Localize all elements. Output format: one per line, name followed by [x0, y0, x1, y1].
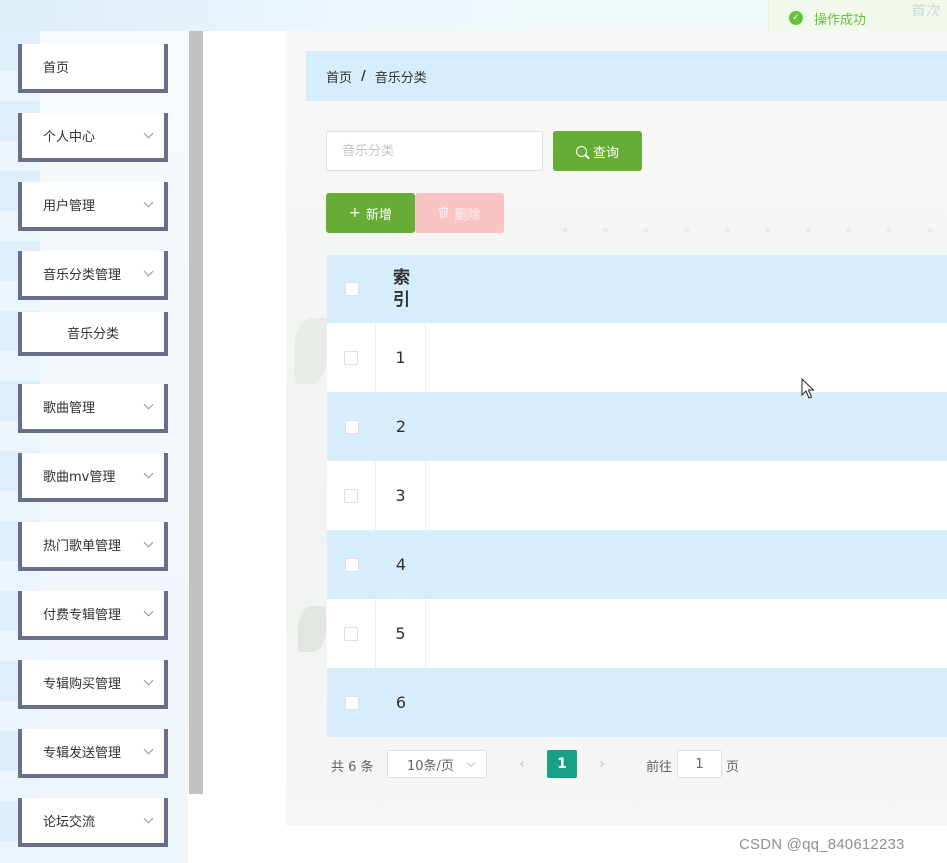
sidebar-item-music-category-management[interactable]: 音乐分类管理 [18, 251, 168, 300]
row-checkbox[interactable] [344, 557, 359, 572]
sidebar-item-personal-center[interactable]: 个人中心 [18, 113, 168, 162]
row-index: 4 [395, 555, 407, 574]
sidebar-item-home[interactable]: 首页 [18, 44, 168, 93]
sidebar-item-label: 音乐分类 [66, 326, 119, 342]
table-row[interactable]: 5 [327, 599, 947, 668]
chevron-down-icon [143, 606, 154, 617]
sidebar-item-hot-playlist-management[interactable]: 热门歌单管理 [18, 522, 168, 571]
select-all-checkbox[interactable] [344, 282, 359, 296]
chevron-down-icon [143, 128, 154, 139]
trash-icon [438, 205, 449, 221]
chevron-down-icon [143, 537, 154, 548]
chevron-down-icon [143, 399, 154, 410]
query-button[interactable]: 查询 [553, 131, 642, 171]
query-button-label: 查询 [592, 145, 619, 161]
sidebar-item-label: 付费专辑管理 [43, 608, 122, 623]
chevron-down-icon [143, 468, 154, 479]
row-checkbox[interactable] [344, 488, 358, 503]
row-checkbox-cell [327, 323, 376, 392]
background-leaf [294, 318, 328, 384]
music-category-search-input[interactable] [326, 131, 543, 171]
background-text: 首次 [911, 2, 942, 16]
watermark: CSDN @qq_840612233 [739, 836, 905, 853]
delete-button[interactable]: 删除 [415, 193, 504, 233]
table-row[interactable]: 3 [327, 461, 947, 530]
toast-message: 操作成功 [814, 12, 867, 28]
breadcrumb-separator: / [361, 68, 366, 84]
sidebar-item-label: 论坛交流 [43, 815, 96, 830]
plus-icon: + [349, 205, 361, 221]
page-size-value: 10条/页 [407, 758, 454, 774]
row-index: 6 [395, 693, 407, 712]
delete-button-label: 删除 [454, 207, 481, 223]
sidebar-item-song-management[interactable]: 歌曲管理 [18, 384, 168, 433]
row-checkbox[interactable] [344, 695, 359, 710]
chevron-down-icon [143, 266, 154, 277]
chevron-down-icon [143, 744, 154, 755]
chevron-down-icon [143, 197, 154, 208]
row-index: 3 [376, 461, 426, 530]
sidebar-item-paid-album-management[interactable]: 付费专辑管理 [18, 591, 168, 640]
row-index: 1 [376, 323, 426, 392]
page-number-button[interactable]: 1 [547, 750, 577, 778]
goto-page-input[interactable] [677, 750, 722, 778]
page-unit-label: 页 [726, 760, 740, 775]
row-checkbox[interactable] [344, 419, 359, 434]
table-row[interactable]: 1 [327, 323, 947, 392]
next-page-button[interactable]: › [587, 750, 617, 778]
row-checkbox-cell [327, 530, 376, 599]
breadcrumb-home[interactable]: 首页 [326, 67, 352, 86]
sidebar-item-forum[interactable]: 论坛交流 [18, 798, 168, 847]
sidebar-subitem-music-category[interactable]: 音乐分类 [18, 312, 168, 356]
breadcrumb: 首页 / 音乐分类 [306, 51, 947, 101]
table-row[interactable]: 4 [327, 530, 947, 599]
goto-label: 前往 [646, 760, 673, 775]
breadcrumb-current: 音乐分类 [374, 70, 427, 86]
search-icon [575, 145, 587, 157]
sidebar-item-song-mv-management[interactable]: 歌曲mv管理 [18, 453, 168, 502]
sidebar-item-album-purchase-management[interactable]: 专辑购买管理 [18, 660, 168, 709]
chevron-down-icon [143, 813, 154, 824]
header-checkbox-cell [327, 255, 376, 323]
table-row[interactable]: 2 [327, 392, 947, 461]
row-index: 2 [395, 417, 407, 436]
chevron-down-icon [466, 758, 476, 768]
pagination: 共 6 条 10条/页 ‹ 1 › 前往 页 [331, 750, 931, 778]
sidebar-item-label: 专辑发送管理 [43, 746, 122, 761]
sidebar-item-label: 首页 [43, 61, 70, 76]
table-header: 索引 [327, 255, 947, 323]
row-checkbox-cell [327, 461, 376, 530]
index-column-header: 索引 [393, 268, 410, 310]
mouse-pointer-icon [801, 378, 815, 399]
music-category-table: 索引 1 2 3 4 5 6 [327, 255, 947, 737]
sidebar-item-label: 用户管理 [43, 199, 96, 214]
background-leaf [298, 606, 326, 652]
sidebar-item-label: 专辑购买管理 [43, 677, 122, 692]
prev-page-button[interactable]: ‹ [507, 750, 537, 778]
row-checkbox-cell [327, 392, 376, 461]
pagination-total: 共 6 条 [331, 760, 374, 775]
sidebar-item-label: 个人中心 [43, 130, 96, 145]
sidebar-item-album-delivery-management[interactable]: 专辑发送管理 [18, 729, 168, 778]
table-row[interactable]: 6 [327, 668, 947, 737]
background-decoration [545, 226, 945, 234]
row-checkbox-cell [327, 668, 376, 737]
sidebar-item-user-management[interactable]: 用户管理 [18, 182, 168, 231]
sidebar-item-label: 音乐分类管理 [43, 268, 122, 283]
row-checkbox[interactable] [344, 626, 358, 641]
add-button[interactable]: + 新增 [326, 193, 415, 233]
chevron-down-icon [143, 675, 154, 686]
row-checkbox[interactable] [344, 350, 358, 365]
header-index-cell: 索引 [376, 255, 426, 323]
sidebar-scrollbar-thumb[interactable] [189, 31, 203, 794]
row-index: 5 [376, 599, 426, 668]
check-circle-icon: ✓ [789, 11, 803, 25]
sidebar-item-label: 热门歌单管理 [43, 539, 122, 554]
page-size-select[interactable]: 10条/页 [387, 750, 487, 778]
add-button-label: 新增 [365, 207, 392, 223]
row-checkbox-cell [327, 599, 376, 668]
sidebar-item-label: 歌曲mv管理 [43, 470, 116, 485]
sidebar-item-label: 歌曲管理 [43, 401, 96, 416]
